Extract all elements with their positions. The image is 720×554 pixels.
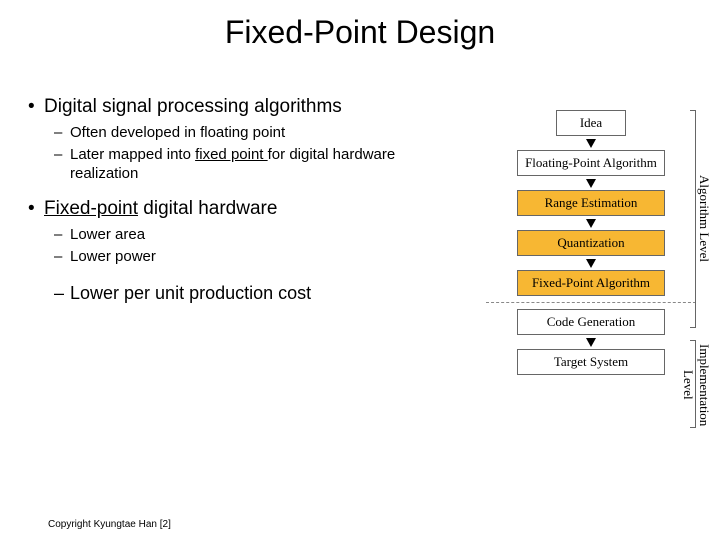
label-implementation-level: Implementation Level xyxy=(680,340,712,430)
arrow-down-icon xyxy=(586,219,596,228)
bullet-lvl2: Later mapped into fixed point for digita… xyxy=(28,146,448,184)
bullet-content: Digital signal processing algorithms Oft… xyxy=(28,92,448,310)
copyright-text: Copyright Kyungtae Han [2] xyxy=(48,519,171,530)
arrow-down-icon xyxy=(586,179,596,188)
bullet-lvl1: Fixed-point digital hardware xyxy=(28,198,448,220)
arrow-down-icon xyxy=(586,259,596,268)
dashed-divider xyxy=(486,302,696,303)
box-idea: Idea xyxy=(556,110,626,136)
bullet-lvl2: Lower per unit production cost xyxy=(28,282,448,305)
arrow-down-icon xyxy=(586,139,596,148)
box-floating-point-algorithm: Floating-Point Algorithm xyxy=(517,150,665,176)
bullet-lvl2: Often developed in floating point xyxy=(28,124,448,143)
bullet-lvl2: Lower power xyxy=(28,248,448,267)
box-target-system: Target System xyxy=(517,349,665,375)
box-fixed-point-algorithm: Fixed-Point Algorithm xyxy=(517,270,665,296)
text: digital hardware xyxy=(138,198,277,219)
slide-title: Fixed-Point Design xyxy=(0,14,720,51)
box-range-estimation: Range Estimation xyxy=(517,190,665,216)
underline-text: Fixed-point xyxy=(44,198,138,219)
arrow-down-icon xyxy=(586,338,596,347)
text: Later mapped into xyxy=(70,146,195,163)
underline-text: fixed point xyxy=(195,146,268,163)
label-algorithm-level: Algorithm Level xyxy=(696,110,712,328)
flow-diagram: Algorithm Level Implementation Level Ide… xyxy=(486,110,696,375)
bullet-lvl2: Lower area xyxy=(28,226,448,245)
box-code-generation: Code Generation xyxy=(517,309,665,335)
bullet-lvl1: Digital signal processing algorithms xyxy=(28,96,448,118)
box-quantization: Quantization xyxy=(517,230,665,256)
